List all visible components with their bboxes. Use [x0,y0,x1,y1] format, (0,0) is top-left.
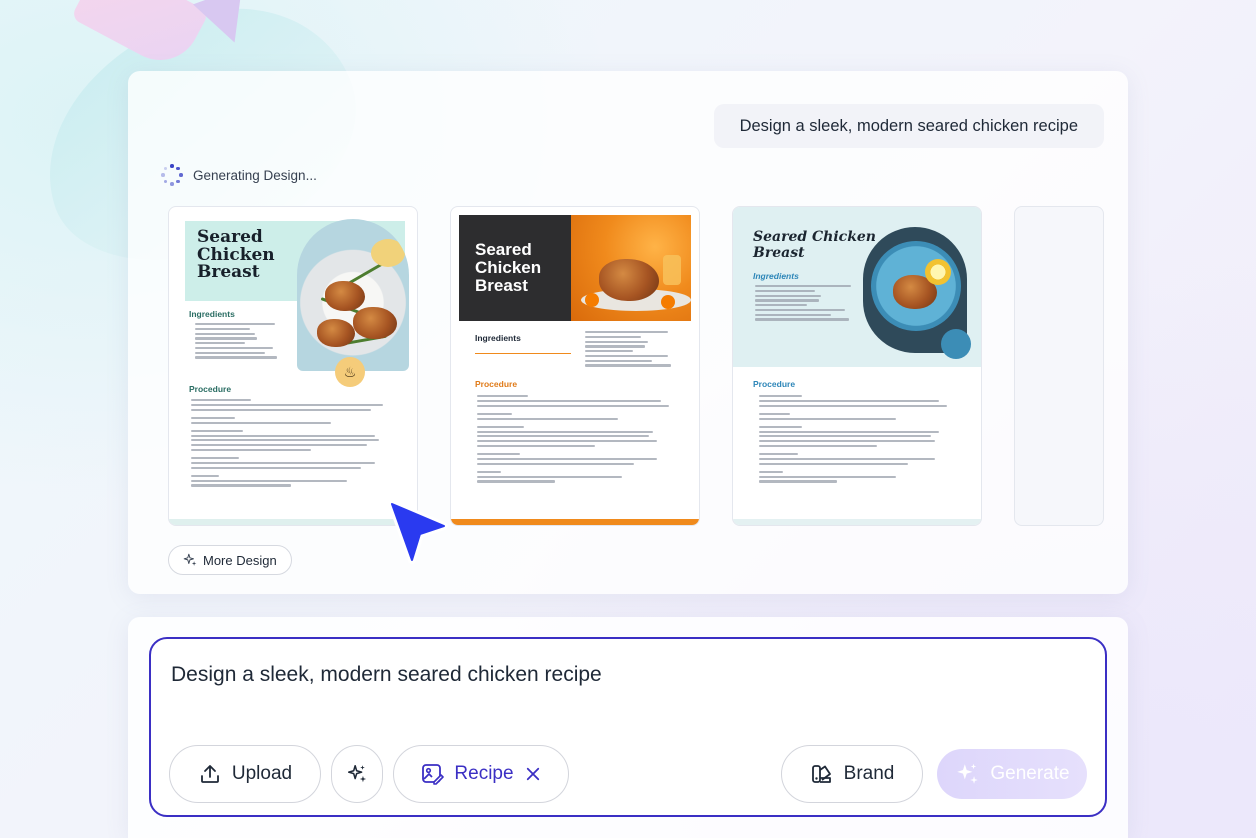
brand-icon [811,765,831,783]
generation-status: Generating Design... [161,164,317,186]
upload-label: Upload [231,763,293,784]
image-edit-icon [422,764,445,785]
status-text: Generating Design... [193,167,317,183]
generate-button[interactable]: Generate [937,749,1087,799]
brand-label: Brand [843,763,895,784]
background-decoration [70,0,210,75]
chef-hat-icon: ♨ [335,357,365,387]
generate-label: Generate [990,763,1070,784]
ingredients-list [195,323,295,361]
design-card[interactable]: Seared Chicken Breast Ingredients Proced… [450,206,700,526]
design-results: Seared Chicken Breast ♨ Ingredients Proc… [168,206,1128,526]
ingredients-heading: Ingredients [753,271,799,281]
card-title-line: Seared [475,240,532,259]
mouse-pointer-icon [388,500,448,564]
procedure-list [759,395,955,485]
procedure-list [191,399,391,489]
upload-icon [200,765,219,783]
prompt-input-value[interactable]: Design a sleek, modern seared chicken re… [171,663,602,687]
card-title: Seared Chicken Breast [197,227,275,282]
card-title-line: Breast [753,245,805,261]
design-card-placeholder [1014,206,1104,526]
design-card[interactable]: Seared Chicken Breast ♨ Ingredients Proc… [168,206,418,526]
magic-prompt-button[interactable] [331,745,383,803]
ingredients-heading: Ingredients [475,333,521,343]
card-title-line: Chicken [475,258,542,277]
divider [475,353,571,354]
card-title-line: Breast [475,276,528,295]
card-title: Seared Chicken Breast [475,241,541,295]
user-prompt-bubble: Design a sleek, modern seared chicken re… [713,104,1104,148]
procedure-heading: Procedure [475,379,518,389]
prompt-input[interactable]: Design a sleek, modern seared chicken re… [149,637,1107,817]
card-title-line: Seared Chicken [753,229,876,245]
generation-panel: Design a sleek, modern seared chicken re… [128,71,1128,594]
prompt-composer: Design a sleek, modern seared chicken re… [128,617,1128,838]
close-icon[interactable] [524,765,542,783]
sparkle-icon [347,764,367,783]
card-title-line: Breast [197,262,260,282]
loading-spinner-icon [161,164,183,186]
recipe-chip-label: Recipe [454,763,514,784]
ingredients-heading: Ingredients [189,309,235,319]
decorative-dot [941,329,971,359]
chicken-photo [297,219,409,371]
card-title: Seared Chicken Breast [753,229,876,261]
roast-chicken-photo [571,215,691,321]
ingredients-list [585,331,681,369]
background-decoration [193,0,259,52]
design-card[interactable]: Seared Chicken Breast Ingredients Proced… [732,206,982,526]
procedure-heading: Procedure [753,379,796,389]
more-design-label: More Design [203,552,277,568]
sparkle-icon [957,763,979,784]
brand-button[interactable]: Brand [781,745,923,803]
procedure-heading: Procedure [189,384,232,394]
procedure-list [477,395,673,485]
sparkle-icon [183,553,197,566]
ingredients-list [755,285,855,323]
upload-button[interactable]: Upload [169,745,321,803]
more-design-button[interactable]: More Design [168,545,292,575]
card-title-line: Seared [197,227,263,247]
recipe-template-chip[interactable]: Recipe [393,745,569,803]
